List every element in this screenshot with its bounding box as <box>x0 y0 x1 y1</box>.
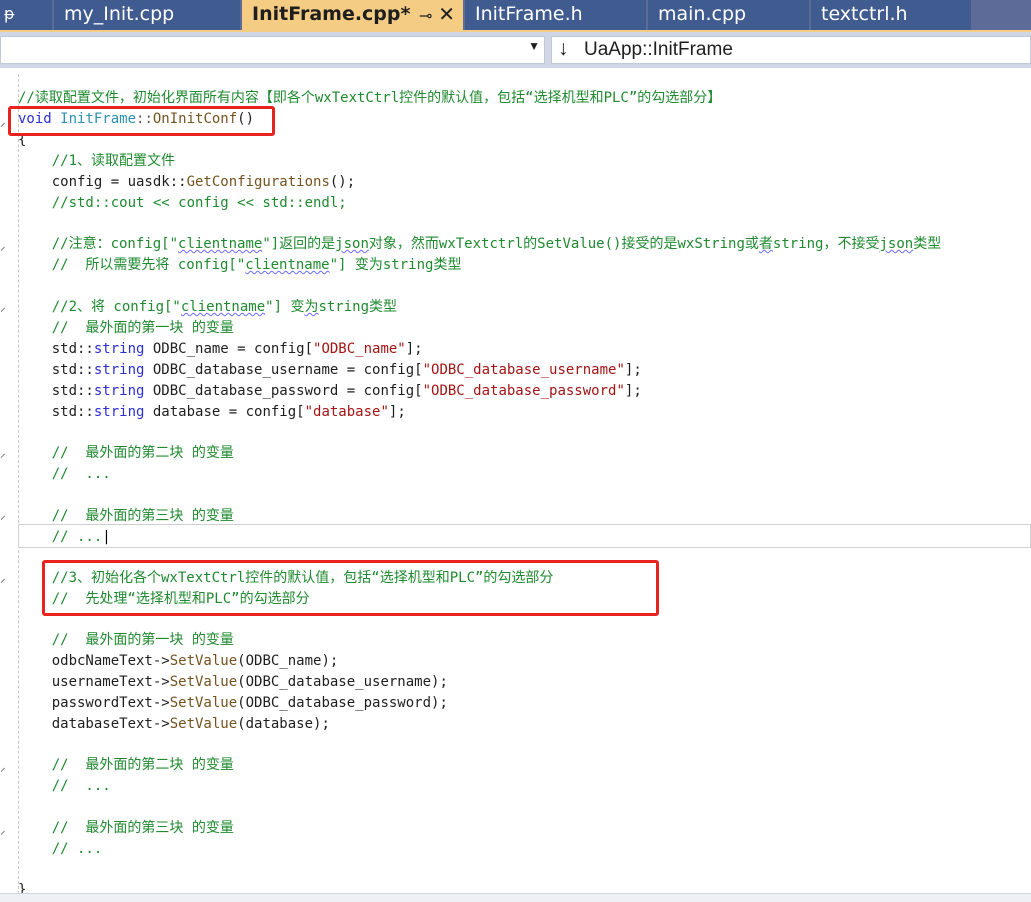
tab-main-cpp[interactable]: main.cpp <box>648 0 809 30</box>
code-line: // ...| <box>18 529 111 545</box>
dropdown-arrow-icon[interactable]: ▼ <box>528 39 540 53</box>
code-editor[interactable]: ⸝ ⸝ ⸝ ⸝ ⸝ ⸝ ⸝ ⸝ //读取配置文件，初始化界面所有内容【即各个wx… <box>0 68 1031 901</box>
close-icon[interactable]: ✕ <box>438 2 455 26</box>
code-line: databaseText->SetValue(database); <box>18 716 330 732</box>
tab-label: InitFrame.cpp* <box>252 3 411 25</box>
outline-marker-icon: ⸝ <box>0 116 6 129</box>
tab-my-init-cpp[interactable]: my_Init.cpp <box>54 0 240 30</box>
member-value: UaApp::InitFrame <box>584 39 733 60</box>
code-line: odbcNameText->SetValue(ODBC_name); <box>18 653 339 669</box>
member-icon: ↓ <box>558 37 569 60</box>
outline-marker-icon: ⸝ <box>0 447 6 460</box>
outline-marker-icon: ⸝ <box>0 509 6 522</box>
tab-label: InitFrame.h <box>475 3 583 25</box>
tab-pin-icon[interactable]: ⊸ <box>419 6 432 25</box>
code-line: std::string ODBC_database_password = con… <box>18 383 642 399</box>
outline-marker-icon: ⸝ <box>0 301 6 314</box>
outline-marker-icon: ⸝ <box>0 824 6 837</box>
code-line: // ... <box>18 466 111 482</box>
outline-marker-icon: ⸝ <box>0 572 6 585</box>
code-line: //2、将 config["clientname"] 变为string类型 <box>18 299 398 315</box>
code-line: // 最外面的第二块 的变量 <box>18 757 234 773</box>
text-cursor: | <box>102 529 111 545</box>
code-line: std::string database = config["database"… <box>18 404 406 420</box>
scope-dropdown[interactable]: ▼ <box>0 36 545 64</box>
code-line: //注意：config["clientname"]返回的是json对象，然而wx… <box>18 236 942 252</box>
code-line: //读取配置文件，初始化界面所有内容【即各个wxTextCtrl控件的默认值，包… <box>18 90 722 106</box>
code-line: // 最外面的第一块 的变量 <box>18 320 234 336</box>
pin-icon: ᵽ <box>4 4 15 23</box>
code-line: // ... <box>18 778 111 794</box>
code-line: // ... <box>18 841 103 857</box>
code-line: // 最外面的第三块 的变量 <box>18 508 234 524</box>
highlight-box-function-signature <box>8 106 275 136</box>
code-line: std::string ODBC_database_username = con… <box>18 362 642 378</box>
document-tab-bar: ᵽ my_Init.cpp InitFrame.cpp* ⊸ ✕ InitFram… <box>0 0 1031 30</box>
code-line: // 所以需要先将 config["clientname"] 变为string类… <box>18 257 462 273</box>
tab-overflow[interactable]: ᵽ <box>0 0 52 30</box>
tab-textctrl-h[interactable]: textctrl.h <box>811 0 971 30</box>
tab-initframe-h[interactable]: InitFrame.h <box>465 0 646 30</box>
current-line-highlight <box>18 524 1031 548</box>
navigation-bar: ▼ ↓ UaApp::InitFrame <box>0 30 1031 68</box>
code-line: passwordText->SetValue(ODBC_database_pas… <box>18 695 448 711</box>
code-line: std::string ODBC_name = config["ODBC_nam… <box>18 341 423 357</box>
tab-label: my_Init.cpp <box>64 3 175 25</box>
tab-label: textctrl.h <box>821 3 908 25</box>
tab-label: main.cpp <box>658 3 747 25</box>
code-line: config = uasdk::GetConfigurations(); <box>18 174 356 190</box>
tab-initframe-cpp[interactable]: InitFrame.cpp* ⊸ ✕ <box>242 0 463 30</box>
code-line: //1、读取配置文件 <box>18 153 176 169</box>
code-line: // 最外面的第三块 的变量 <box>18 820 234 836</box>
member-dropdown[interactable]: ↓ UaApp::InitFrame <box>551 36 1031 64</box>
code-line: // 最外面的第一块 的变量 <box>18 632 234 648</box>
highlight-box-comment <box>42 560 659 616</box>
outline-marker-icon: ⸝ <box>0 240 6 253</box>
outline-marker-icon: ⸝ <box>0 761 6 774</box>
code-line: usernameText->SetValue(ODBC_database_use… <box>18 674 448 690</box>
code-line: // 最外面的第二块 的变量 <box>18 445 234 461</box>
code-line: //std::cout << config << std::endl; <box>18 195 347 211</box>
